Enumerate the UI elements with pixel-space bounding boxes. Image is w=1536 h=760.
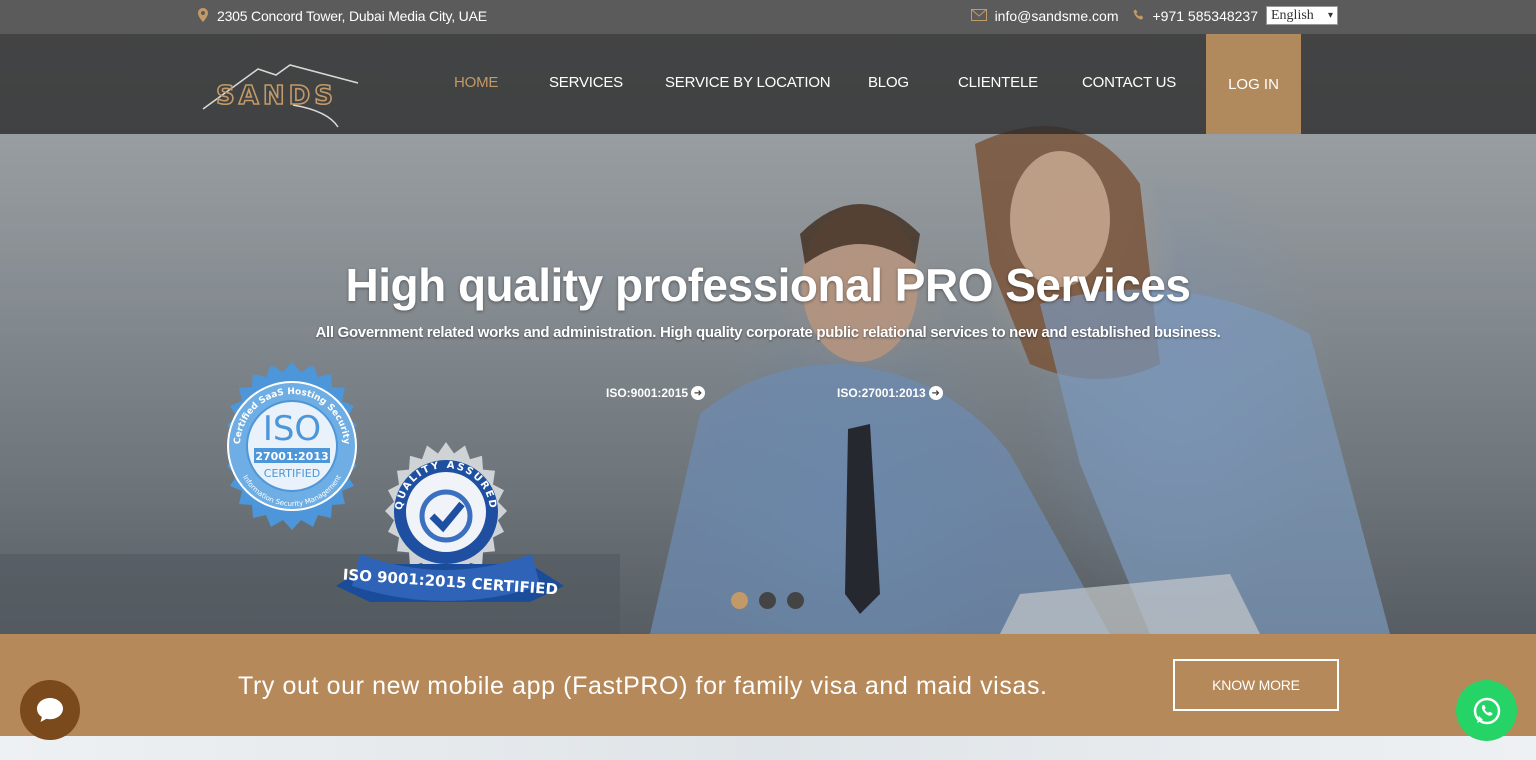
promo-text: Try out our new mobile app (FastPRO) for…	[238, 672, 1048, 700]
chat-bubble-icon	[37, 698, 63, 722]
phone-icon	[1133, 8, 1145, 24]
contact-info: info@sandsme.com +971 585348237 English …	[970, 6, 1338, 25]
email-link[interactable]: info@sandsme.com	[995, 8, 1119, 24]
address-text: 2305 Concord Tower, Dubai Media City, UA…	[217, 8, 487, 24]
iso-9001-label: ISO:9001:2015	[606, 386, 689, 400]
primary-nav: HOME SERVICES SERVICE BY LOCATION BLOG C…	[0, 34, 1536, 134]
whatsapp-icon	[1473, 697, 1500, 724]
slider-dot-3[interactable]	[787, 592, 804, 609]
login-button[interactable]: LOG IN	[1206, 34, 1301, 134]
nav-item-contact-us[interactable]: CONTACT US	[1082, 74, 1176, 91]
iso-27001-link[interactable]: ISO:27001:2013 ➜	[837, 386, 943, 400]
slider-dot-1[interactable]	[731, 592, 748, 609]
chevron-down-icon: ▾	[1327, 10, 1333, 21]
hero-title: High quality professional PRO Services	[345, 259, 1191, 311]
hero-subtitle: All Government related works and adminis…	[315, 324, 1221, 341]
slider-dots	[731, 592, 804, 609]
language-value: English	[1271, 7, 1314, 23]
next-section-strip	[0, 736, 1536, 760]
nav-item-clientele[interactable]: CLIENTELE	[958, 74, 1038, 91]
arrow-right-circle-icon: ➜	[691, 386, 706, 400]
whatsapp-button[interactable]	[1456, 680, 1517, 741]
nav-item-home[interactable]: HOME	[454, 74, 498, 91]
iso-9001-badge[interactable]: QUALITY ASSURED ISO 9001:2015 CERTIFIED	[330, 436, 570, 608]
map-marker-icon	[198, 8, 208, 24]
language-select[interactable]: English ▾	[1266, 6, 1338, 25]
nav-item-services[interactable]: SERVICES	[549, 74, 623, 91]
iso-27001-label: ISO:27001:2013	[837, 386, 926, 400]
chat-widget-button[interactable]	[20, 680, 80, 740]
know-more-button[interactable]: KNOW MORE	[1173, 659, 1339, 711]
badge1-certified-text: CERTIFIED	[264, 467, 320, 480]
badge1-standard-text: 27001:2013	[255, 450, 328, 463]
nav-item-blog[interactable]: BLOG	[868, 74, 909, 91]
arrow-right-circle-icon: ➜	[928, 386, 943, 400]
main-navbar: SANDS HOME SERVICES SERVICE BY LOCATION …	[0, 34, 1536, 134]
address: 2305 Concord Tower, Dubai Media City, UA…	[198, 8, 487, 24]
envelope-icon	[970, 8, 987, 24]
phone-link[interactable]: +971 585348237	[1153, 8, 1259, 24]
nav-item-service-by-location[interactable]: SERVICE BY LOCATION	[665, 74, 831, 91]
slider-dot-2[interactable]	[759, 592, 776, 609]
promo-banner: Try out our new mobile app (FastPRO) for…	[0, 634, 1536, 736]
badge1-iso-text: ISO	[263, 409, 321, 449]
top-bar: 2305 Concord Tower, Dubai Media City, UA…	[0, 0, 1536, 34]
iso-9001-link[interactable]: ISO:9001:2015 ➜	[606, 386, 706, 400]
